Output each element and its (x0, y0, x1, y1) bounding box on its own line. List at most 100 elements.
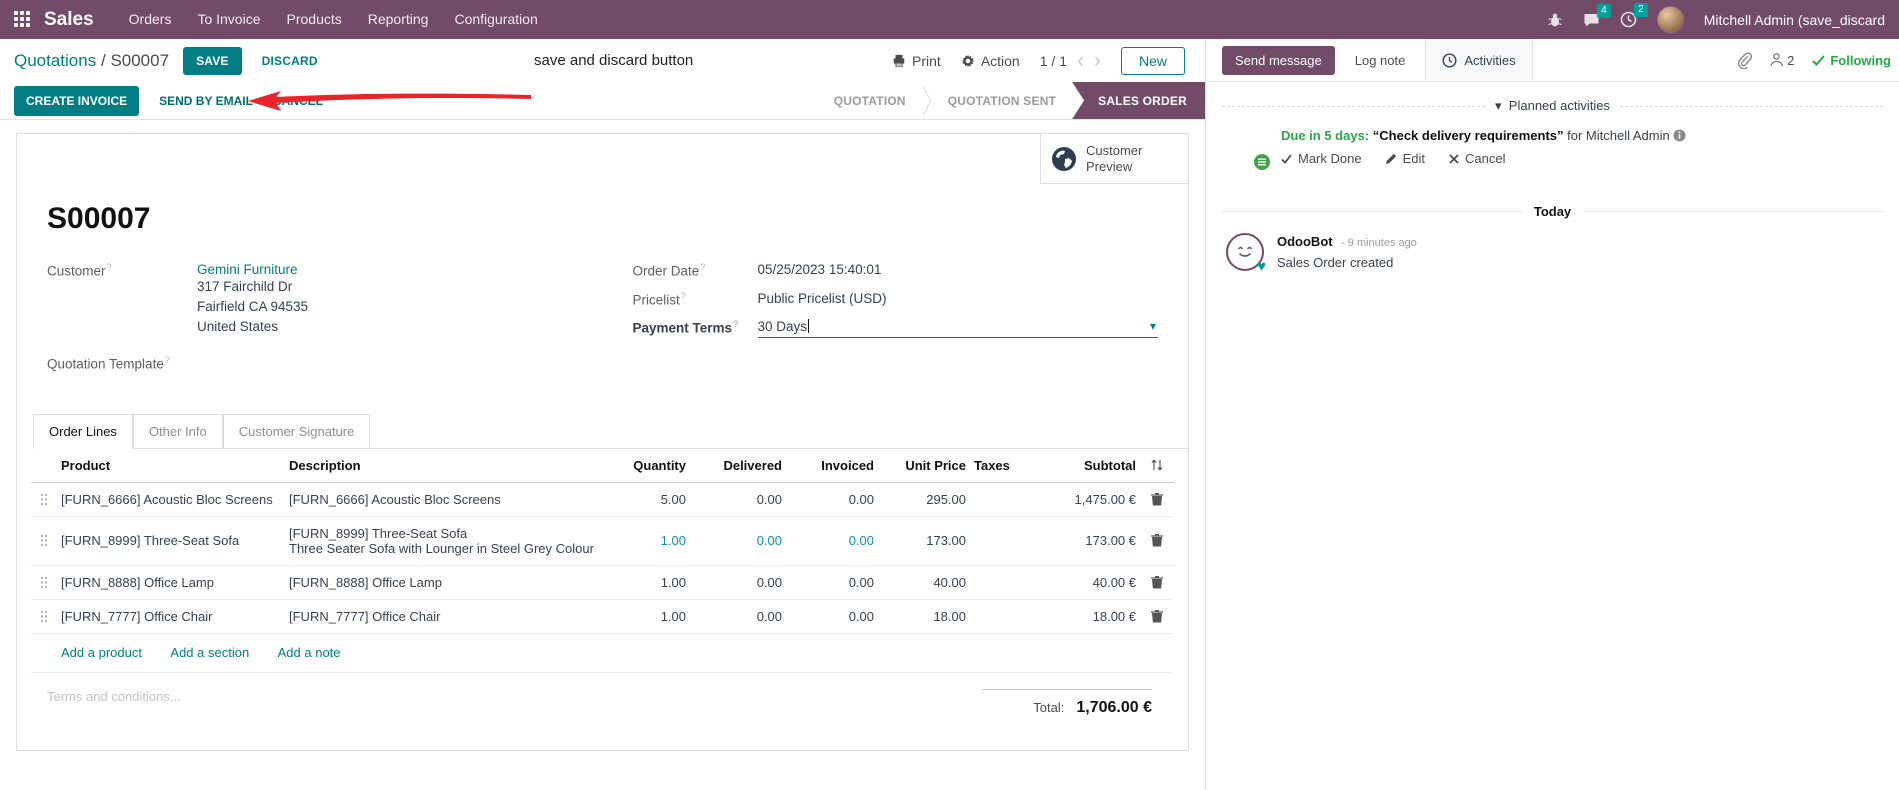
edit-activity-button[interactable]: Edit (1385, 151, 1425, 166)
cell-description[interactable]: [FURN_6666] Acoustic Bloc Screens (285, 483, 598, 516)
cell-subtotal: 40.00 € (1092, 574, 1136, 590)
nav-item-configuration[interactable]: Configuration (441, 0, 550, 39)
message-author[interactable]: OdooBot (1277, 234, 1333, 249)
table-row[interactable]: [FURN_7777] Office Chair [FURN_7777] Off… (31, 600, 1174, 634)
drag-handle-icon[interactable] (31, 484, 57, 515)
notebook-tabs: Order Lines Other Info Customer Signatur… (33, 413, 1188, 449)
tab-customer-signature[interactable]: Customer Signature (222, 413, 371, 449)
cell-invoiced[interactable]: 0.00 (786, 524, 878, 557)
table-row[interactable]: [FURN_8888] Office Lamp [FURN_8888] Offi… (31, 566, 1174, 600)
attachment-paperclip-icon[interactable] (1736, 51, 1753, 69)
nav-item-orders[interactable]: Orders (116, 0, 185, 39)
cell-description[interactable]: [FURN_8999] Three-Seat Sofa Three Seater … (285, 517, 598, 565)
cell-taxes[interactable] (970, 573, 1028, 591)
cell-taxes[interactable] (970, 490, 1028, 508)
cell-quantity[interactable]: 1.00 (598, 524, 690, 557)
drag-handle-icon[interactable] (31, 601, 57, 632)
drag-handle-icon[interactable] (31, 525, 57, 556)
drag-handle-icon[interactable] (31, 567, 57, 598)
delete-row-icon[interactable] (1140, 601, 1174, 632)
messages-icon[interactable]: 4 (1583, 3, 1611, 28)
cell-invoiced[interactable]: 0.00 (786, 483, 878, 516)
globe-icon (1052, 146, 1076, 171)
cell-delivered[interactable]: 0.00 (690, 600, 786, 633)
print-button[interactable]: Print (892, 53, 941, 69)
terms-and-conditions-field[interactable]: Terms and conditions... (47, 689, 181, 717)
breadcrumb-quotations-link[interactable]: Quotations (14, 51, 96, 70)
cell-delivered[interactable]: 0.00 (690, 524, 786, 557)
cell-delivered[interactable]: 0.00 (690, 566, 786, 599)
stage-quotation-sent[interactable]: QUOTATION SENT (932, 82, 1072, 119)
table-row[interactable]: [FURN_8999] Three-Seat Sofa [FURN_8999] … (31, 517, 1174, 566)
stage-quotation[interactable]: QUOTATION (818, 82, 922, 119)
customer-address-line: 317 Fairchild Dr (197, 279, 293, 294)
activity-clock-icon[interactable]: 2 (1620, 3, 1648, 28)
info-icon[interactable] (1673, 129, 1686, 142)
send-by-email-button[interactable]: SEND BY EMAIL (159, 94, 253, 108)
add-a-section-link[interactable]: Add a section (170, 645, 249, 660)
cell-invoiced[interactable]: 0.00 (786, 566, 878, 599)
cell-delivered[interactable]: 0.00 (690, 483, 786, 516)
delete-row-icon[interactable] (1140, 525, 1174, 556)
followers-button[interactable]: 2 (1770, 53, 1794, 68)
cell-product[interactable]: [FURN_7777] Office Chair (57, 600, 285, 633)
table-row[interactable]: [FURN_6666] Acoustic Bloc Screens [FURN_… (31, 483, 1174, 517)
activities-button[interactable]: Activities (1425, 39, 1533, 81)
cell-unit-price[interactable]: 295.00 (878, 483, 970, 516)
send-message-button[interactable]: Send message (1222, 45, 1335, 75)
customer-preview-button[interactable]: Customer Preview (1040, 134, 1188, 184)
cell-invoiced[interactable]: 0.00 (786, 600, 878, 633)
nav-item-reporting[interactable]: Reporting (355, 0, 442, 39)
create-invoice-button[interactable]: CREATE INVOICE (14, 85, 140, 116)
optional-columns-icon[interactable] (1150, 458, 1164, 472)
following-button[interactable]: Following (1812, 53, 1891, 68)
discard-button[interactable]: DISCARD (262, 54, 318, 68)
nav-item-products[interactable]: Products (274, 0, 355, 39)
debug-bug-icon[interactable] (1547, 12, 1563, 28)
new-button[interactable]: New (1120, 46, 1185, 75)
save-button[interactable]: SAVE (183, 46, 242, 75)
tab-other-info[interactable]: Other Info (132, 413, 223, 449)
order-date-value[interactable]: 05/25/2023 15:40:01 (758, 262, 882, 279)
nav-item-to-invoice[interactable]: To Invoice (184, 0, 273, 39)
cell-unit-price[interactable]: 18.00 (878, 600, 970, 633)
add-a-note-link[interactable]: Add a note (278, 645, 341, 660)
top-nav-bar: Sales Orders To Invoice Products Reporti… (0, 0, 1899, 39)
cell-product[interactable]: [FURN_8888] Office Lamp (57, 566, 285, 599)
cell-unit-price[interactable]: 173.00 (878, 524, 970, 557)
pager-next-icon[interactable]: › (1094, 50, 1101, 71)
planned-activities-toggle[interactable]: ▾ Planned activities (1222, 98, 1883, 114)
annotation-text: save and discard button (534, 52, 694, 69)
app-name[interactable]: Sales (44, 9, 94, 31)
stage-sales-order[interactable]: SALES ORDER (1072, 82, 1205, 119)
col-subtotal: Subtotal (1084, 457, 1136, 473)
cell-product[interactable]: [FURN_6666] Acoustic Bloc Screens (57, 483, 285, 516)
delete-row-icon[interactable] (1140, 567, 1174, 598)
pager-previous-icon[interactable]: ‹ (1077, 50, 1084, 71)
customer-link[interactable]: Gemini Furniture (197, 262, 298, 277)
tab-order-lines[interactable]: Order Lines (33, 413, 133, 449)
x-icon (1449, 153, 1459, 164)
apps-grid-icon[interactable] (14, 10, 32, 29)
cell-description[interactable]: [FURN_7777] Office Chair (285, 600, 598, 633)
activities-badge: 2 (1634, 3, 1648, 17)
cell-taxes[interactable] (970, 607, 1028, 625)
pricelist-value[interactable]: Public Pricelist (USD) (758, 291, 887, 308)
delete-row-icon[interactable] (1140, 484, 1174, 515)
mark-done-button[interactable]: Mark Done (1281, 151, 1362, 166)
cell-product[interactable]: [FURN_8999] Three-Seat Sofa (57, 524, 285, 557)
action-button[interactable]: Action (961, 53, 1020, 69)
user-name[interactable]: Mitchell Admin (save_discard (1704, 12, 1885, 28)
log-note-button[interactable]: Log note (1355, 53, 1406, 68)
cell-unit-price[interactable]: 40.00 (878, 566, 970, 599)
cell-quantity[interactable]: 1.00 (598, 566, 690, 599)
cancel-activity-button[interactable]: Cancel (1449, 151, 1505, 166)
add-a-product-link[interactable]: Add a product (61, 645, 142, 660)
cell-quantity[interactable]: 1.00 (598, 600, 690, 633)
user-avatar[interactable] (1656, 6, 1684, 33)
cell-description[interactable]: [FURN_8888] Office Lamp (285, 566, 598, 599)
dropdown-caret-icon[interactable]: ▾ (1150, 319, 1156, 333)
cell-taxes[interactable] (970, 532, 1028, 550)
cell-quantity[interactable]: 5.00 (598, 483, 690, 516)
payment-terms-field[interactable]: 30 Days ▾ (757, 319, 1158, 338)
